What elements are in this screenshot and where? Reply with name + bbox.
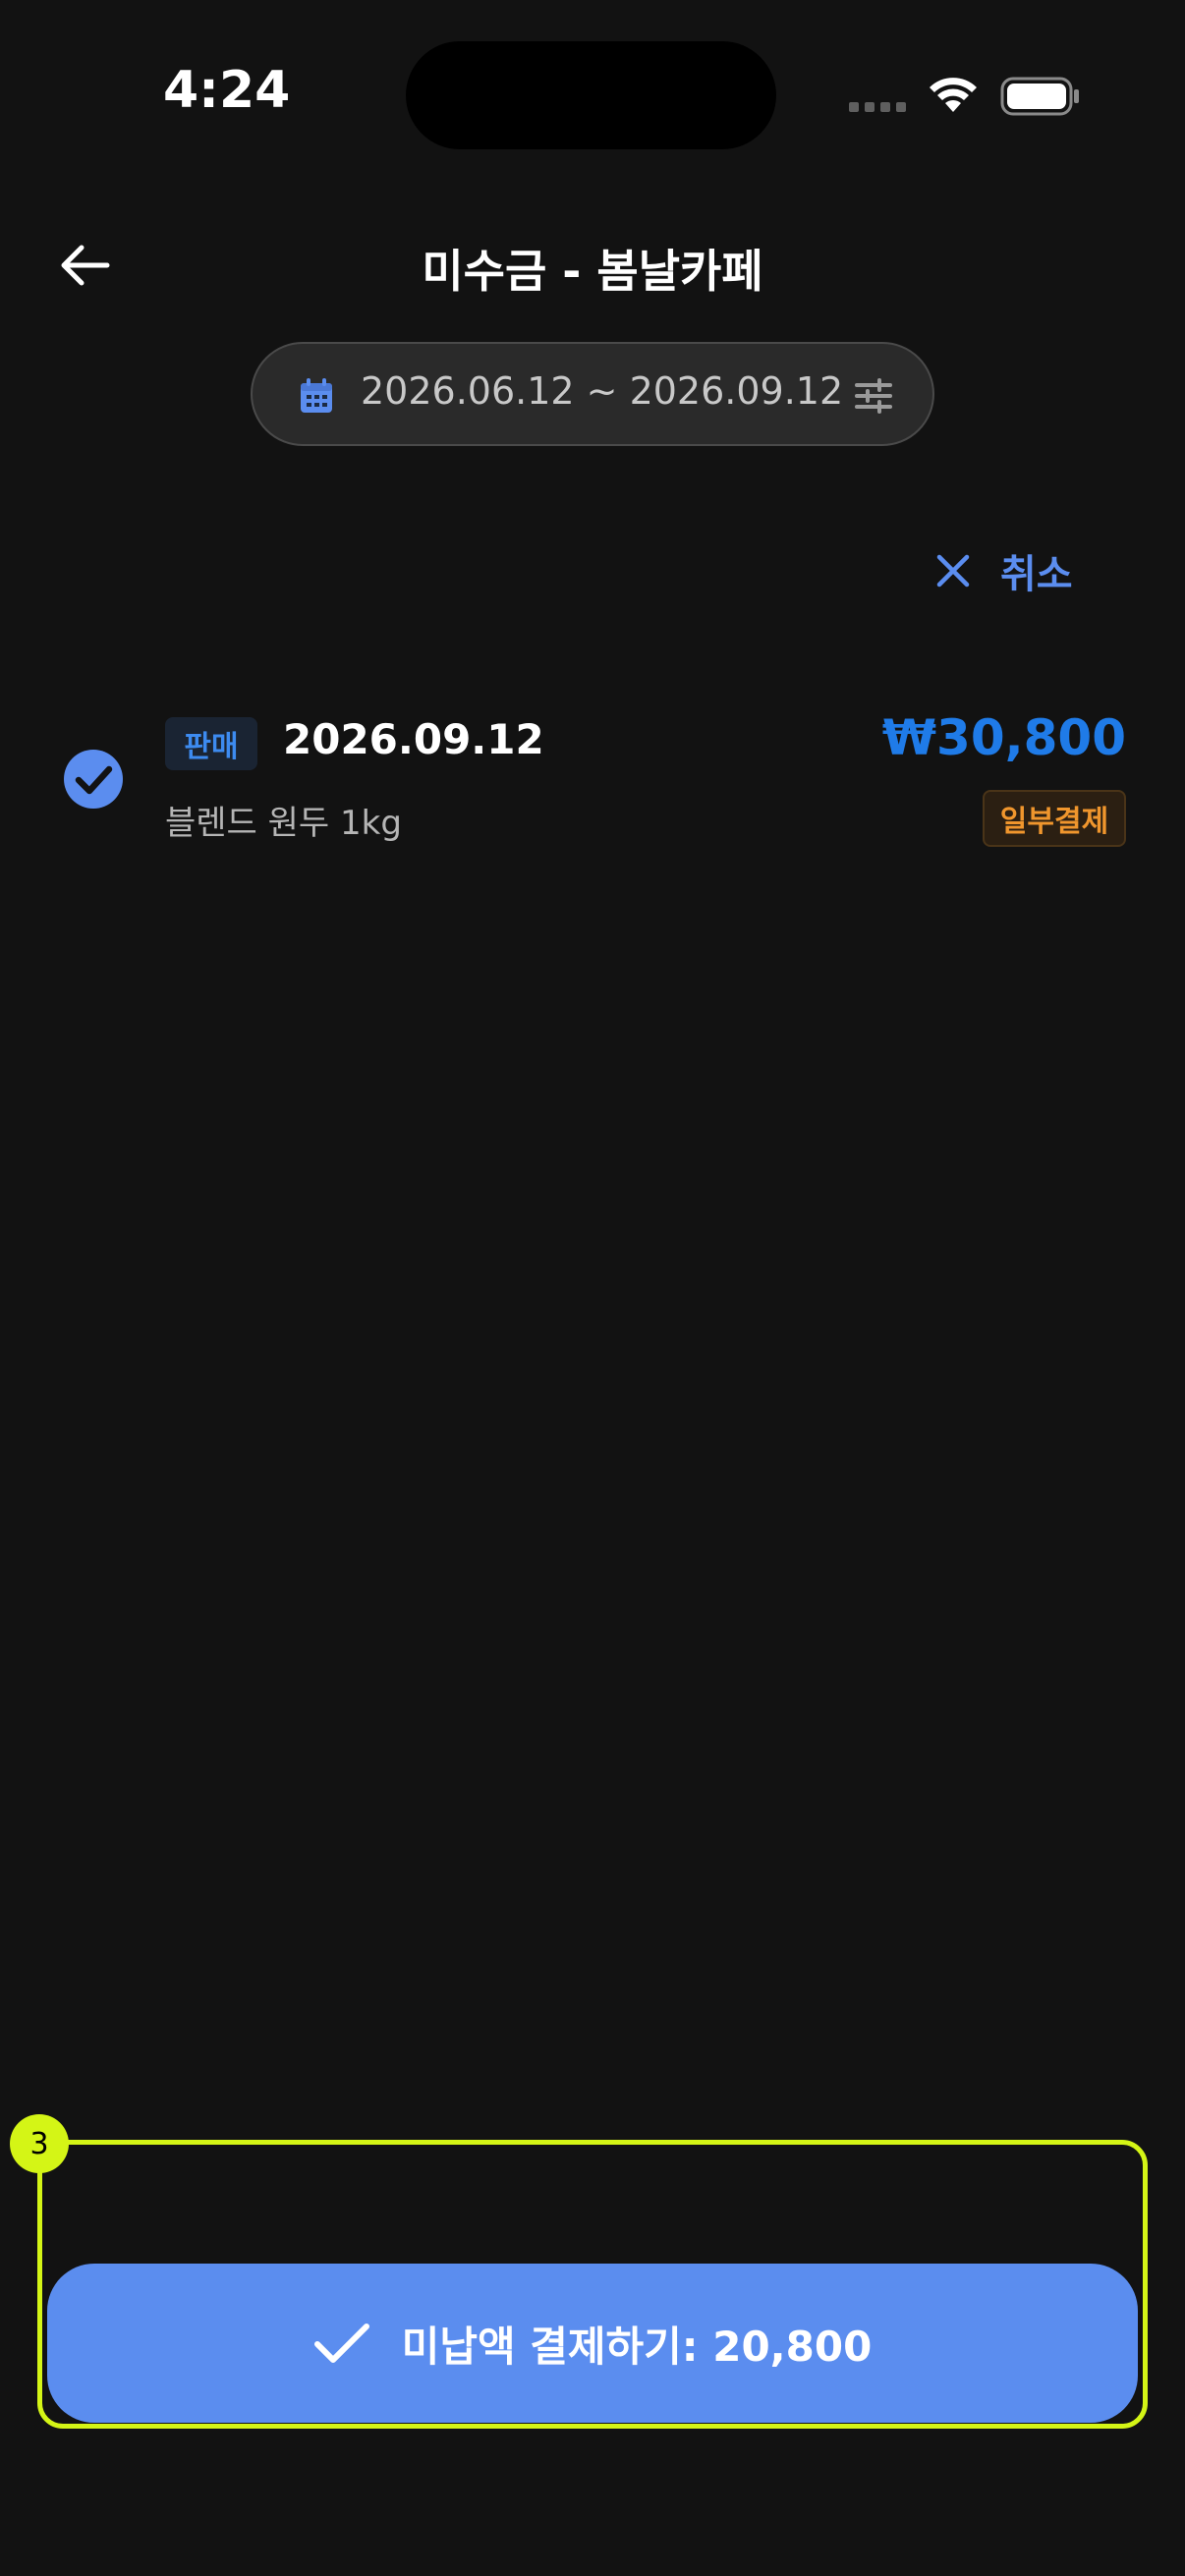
transaction-description: 블렌드 원두 1kg <box>165 804 402 843</box>
transaction-date: 2026.09.12 <box>283 715 544 763</box>
cellular-signal-icon <box>849 102 908 114</box>
cancel-label: 취소 <box>1000 552 1073 597</box>
page-title: 미수금 - 봄날카페 <box>422 245 763 298</box>
pay-button-label: 미납액 결제하기: 20,800 <box>401 2322 873 2371</box>
date-range-filter[interactable]: 2026.06.12 ~ 2026.09.12 <box>251 342 934 446</box>
header: 미수금 - 봄날카페 <box>0 216 1185 314</box>
status-time: 4:24 <box>163 61 291 120</box>
transaction-type-tag: 판매 <box>165 717 257 770</box>
date-range-text: 2026.06.12 ~ 2026.09.12 <box>361 369 844 413</box>
status-badge: 일부결제 <box>983 790 1126 847</box>
checked-circle-icon[interactable] <box>63 749 124 810</box>
highlight-number-badge: 3 <box>10 2114 69 2173</box>
battery-icon <box>1000 77 1079 116</box>
transaction-amount: ₩30,800 <box>881 709 1126 766</box>
list-item[interactable]: 판매 2026.09.12 블렌드 원두 1kg ₩30,800 일부결제 <box>0 698 1185 865</box>
cancel-selection-button[interactable]: 취소 <box>933 538 1091 603</box>
check-icon <box>313 2324 369 2363</box>
status-bar: 4:24 <box>0 0 1185 196</box>
pay-outstanding-button[interactable]: 미납액 결제하기: 20,800 <box>47 2264 1138 2423</box>
close-icon <box>936 554 970 588</box>
wifi-icon <box>930 78 977 112</box>
calendar-icon <box>301 378 332 413</box>
tune-icon <box>855 378 892 414</box>
dynamic-island <box>406 41 776 149</box>
